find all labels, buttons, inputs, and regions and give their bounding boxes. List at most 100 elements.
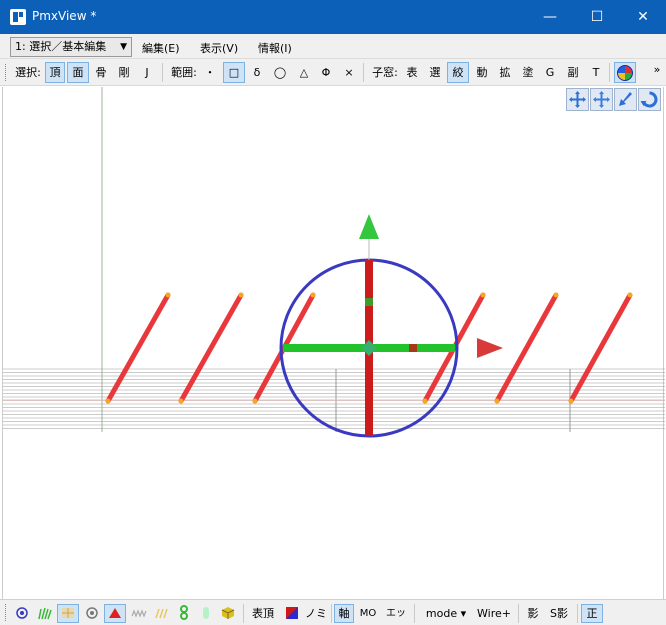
child-t-button[interactable]: T bbox=[587, 62, 605, 83]
menu-edit[interactable]: 編集(E) bbox=[142, 40, 180, 56]
range-clear-button[interactable]: × bbox=[340, 62, 358, 83]
vertex-face-button[interactable]: 表頂 bbox=[249, 604, 277, 623]
joint-node bbox=[568, 398, 574, 404]
minimize-button[interactable]: — bbox=[527, 0, 573, 34]
texture-button[interactable] bbox=[57, 604, 79, 623]
view-zoom-button[interactable] bbox=[614, 88, 637, 111]
statusbar-grip[interactable] bbox=[5, 604, 7, 621]
gizmo-x-handle bbox=[409, 344, 417, 352]
range-delta-button[interactable]: δ bbox=[248, 62, 266, 83]
material-color-button[interactable] bbox=[282, 604, 302, 623]
pan-arrows-icon bbox=[593, 91, 610, 108]
select-bone-button[interactable]: 骨 bbox=[91, 62, 111, 83]
ortho-button[interactable]: 正 bbox=[581, 604, 603, 623]
joint-node bbox=[178, 398, 184, 404]
range-phi-button[interactable]: Φ bbox=[317, 62, 335, 83]
child-select-button[interactable]: 選 bbox=[425, 62, 445, 83]
cube-button[interactable] bbox=[218, 604, 238, 623]
self-shadow-button[interactable]: S影 bbox=[546, 604, 572, 623]
cloth-button[interactable] bbox=[196, 604, 216, 623]
separator bbox=[363, 63, 364, 82]
rigid-body bbox=[494, 292, 559, 404]
mode-dropdown[interactable]: mode ▾ bbox=[420, 604, 472, 623]
range-point-button[interactable]: ・ bbox=[201, 62, 219, 83]
axis-button[interactable]: 軸 bbox=[334, 604, 354, 623]
range-triangle-button[interactable]: △ bbox=[294, 62, 314, 83]
child-move-button[interactable]: 動 bbox=[472, 62, 492, 83]
select-vertex-button[interactable]: 頂 bbox=[45, 62, 65, 83]
child-table-button[interactable]: 表 bbox=[403, 62, 421, 83]
triangle-button[interactable] bbox=[104, 604, 126, 623]
chain-button[interactable] bbox=[174, 604, 194, 623]
child-window-label: 子窓: bbox=[372, 66, 398, 79]
color-wheel-button[interactable] bbox=[614, 62, 636, 83]
scene-canvas[interactable] bbox=[3, 87, 665, 599]
separator bbox=[243, 604, 244, 623]
gizmo-x-arrow bbox=[477, 338, 503, 358]
mo-button[interactable]: MO bbox=[357, 604, 379, 623]
window-title: PmxView * bbox=[32, 9, 97, 23]
select-rigid-button[interactable]: 剛 bbox=[114, 62, 134, 83]
rigid-body bbox=[105, 292, 171, 404]
3d-viewport[interactable] bbox=[2, 87, 665, 599]
child-g-button[interactable]: G bbox=[541, 62, 559, 83]
transform-gizmo[interactable] bbox=[279, 214, 503, 438]
no-button[interactable]: ノミ bbox=[305, 604, 327, 623]
target-icon bbox=[16, 607, 28, 619]
color-swatch-icon bbox=[286, 607, 298, 619]
range-circle-button[interactable]: ◯ bbox=[270, 62, 290, 83]
maximize-button[interactable]: ☐ bbox=[574, 0, 620, 34]
joint-node bbox=[310, 292, 316, 298]
joint-node bbox=[627, 292, 633, 298]
grass-icon bbox=[38, 607, 52, 620]
separator bbox=[162, 63, 163, 82]
view-tools bbox=[565, 88, 661, 111]
select-joint-button[interactable]: J bbox=[138, 62, 156, 83]
menu-info[interactable]: 情報(I) bbox=[258, 40, 292, 56]
cube-icon bbox=[221, 607, 235, 619]
mode-select[interactable]: 1: 選択／基本編集 ▼ bbox=[10, 37, 132, 57]
toolbar-overflow-button[interactable]: » bbox=[650, 59, 664, 80]
close-button[interactable]: ✕ bbox=[620, 0, 666, 34]
wave-button[interactable] bbox=[129, 604, 149, 623]
separator bbox=[609, 63, 610, 82]
child-filter-button[interactable]: 絞 bbox=[447, 62, 469, 83]
separator bbox=[414, 604, 415, 623]
hair-button[interactable] bbox=[152, 604, 172, 623]
view-rotate-button[interactable] bbox=[638, 88, 661, 111]
zoom-arrow-icon bbox=[619, 92, 632, 106]
rotate-icon bbox=[640, 91, 658, 108]
edge-button[interactable]: エッジ bbox=[382, 604, 410, 623]
select-face-button[interactable]: 面 bbox=[67, 62, 89, 83]
cloth-icon bbox=[203, 607, 209, 619]
rigid-body bbox=[568, 292, 633, 404]
gizmo-center-handle bbox=[361, 340, 377, 356]
joint-node bbox=[238, 292, 244, 298]
wire-button[interactable]: Wire+ bbox=[475, 604, 513, 623]
select-label: 選択: bbox=[15, 66, 41, 79]
status-bar: 表頂 ノミ 軸 MO エッジ mode ▾ Wire+ 影 S影 正 bbox=[0, 599, 666, 625]
view-pan-button[interactable] bbox=[590, 88, 613, 111]
joint-node bbox=[494, 398, 500, 404]
record-button[interactable] bbox=[82, 604, 102, 623]
joint-node bbox=[105, 398, 111, 404]
child-sub-button[interactable]: 副 bbox=[563, 62, 583, 83]
separator bbox=[577, 604, 578, 623]
child-scale-button[interactable]: 拡 bbox=[495, 62, 515, 83]
toolbar: 選択: 頂 面 骨 剛 J 範囲: ・ □ δ ◯ △ Φ × 子窓: 表 選 … bbox=[0, 59, 666, 86]
wave-icon bbox=[131, 609, 147, 618]
joint-node bbox=[252, 398, 258, 404]
target-button[interactable] bbox=[12, 604, 32, 623]
view-move-button[interactable] bbox=[566, 88, 589, 111]
menu-view[interactable]: 表示(V) bbox=[200, 40, 238, 56]
chain-icon bbox=[180, 605, 188, 620]
toolbar-grip[interactable] bbox=[5, 64, 7, 81]
chevron-down-icon: ▼ bbox=[120, 42, 127, 52]
range-rect-button[interactable]: □ bbox=[223, 62, 245, 83]
separator bbox=[331, 604, 332, 623]
shadow-button[interactable]: 影 bbox=[523, 604, 543, 623]
gizmo-y-handle bbox=[365, 298, 373, 306]
grass-button[interactable] bbox=[35, 604, 55, 623]
record-icon bbox=[86, 607, 98, 619]
child-paint-button[interactable]: 塗 bbox=[518, 62, 538, 83]
